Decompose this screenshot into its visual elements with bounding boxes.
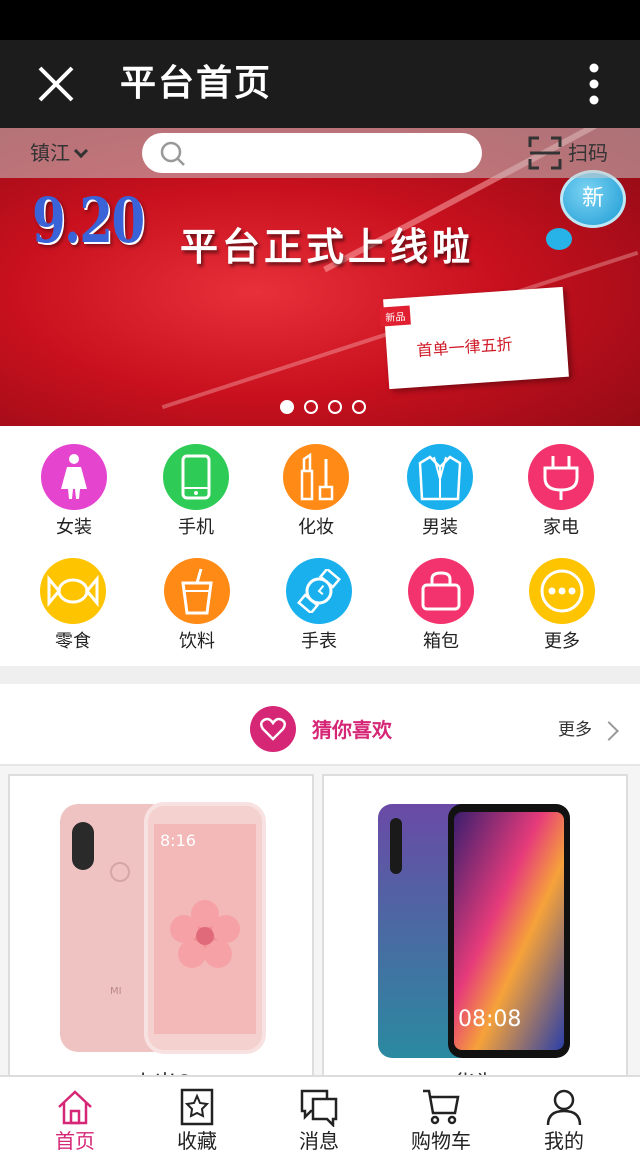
bottom-tab-bar: 首页 收藏 消息 购物车 我的 bbox=[0, 1075, 640, 1167]
category-icon-bg bbox=[528, 444, 594, 510]
city-label: 镇江 bbox=[30, 141, 70, 165]
tab-profile[interactable]: 我的 bbox=[514, 1087, 614, 1155]
app-root: 平台首页 9.20 平台正式上线啦 新 新品 首单一律五折 镇江 扫码 女装 手… bbox=[0, 0, 640, 1167]
close-icon[interactable] bbox=[34, 62, 78, 106]
banner-date: 9.20 bbox=[32, 184, 145, 257]
tab-favorites[interactable]: 收藏 bbox=[147, 1087, 247, 1155]
pink-phone-image: MI 8:16 bbox=[60, 802, 266, 1054]
twilight-phone-image: 08:08 bbox=[378, 804, 570, 1058]
category-icon-bg bbox=[40, 558, 106, 624]
category-label: 男装 bbox=[422, 517, 458, 538]
category-item[interactable]: 饮料 bbox=[142, 558, 252, 654]
category-label: 手表 bbox=[301, 631, 337, 652]
product-card[interactable]: 08:08 华为 bbox=[322, 774, 628, 1094]
chat-icon bbox=[300, 1089, 338, 1127]
user-icon bbox=[546, 1089, 582, 1126]
banner-headline: 平台正式上线啦 bbox=[180, 225, 475, 269]
tab-label: 消息 bbox=[299, 1129, 339, 1153]
tab-label: 购物车 bbox=[411, 1129, 471, 1153]
category-item[interactable]: 手表 bbox=[264, 558, 374, 654]
status-bar bbox=[0, 0, 640, 40]
category-item[interactable]: 箱包 bbox=[386, 558, 496, 654]
category-icon-bg bbox=[529, 558, 595, 624]
phone-icon bbox=[181, 454, 211, 500]
new-badge: 新 bbox=[560, 170, 626, 228]
tab-home[interactable]: 首页 bbox=[25, 1087, 125, 1155]
category-label: 零食 bbox=[55, 631, 91, 652]
more-menu-icon[interactable] bbox=[576, 62, 612, 106]
section-divider bbox=[0, 666, 640, 684]
bag-icon bbox=[421, 571, 461, 611]
category-item[interactable]: 家电 bbox=[506, 444, 616, 540]
category-grid: 女装 手机 化妆 男装 家电 零食 饮料 手表 箱包 更多 bbox=[0, 426, 640, 666]
category-icon-bg bbox=[41, 444, 107, 510]
suit-icon bbox=[418, 455, 462, 501]
guess-you-like-header: 猜你喜欢 更多 bbox=[0, 684, 640, 766]
search-box[interactable] bbox=[142, 133, 482, 173]
candy-icon bbox=[47, 574, 99, 608]
pager-dot[interactable] bbox=[280, 400, 294, 414]
home-icon bbox=[58, 1090, 92, 1125]
category-label: 手机 bbox=[178, 517, 214, 538]
dress-icon bbox=[61, 454, 87, 499]
banner-pager bbox=[280, 400, 366, 414]
category-icon-bg bbox=[283, 444, 349, 510]
tab-label: 收藏 bbox=[177, 1129, 217, 1153]
chevron-right-icon[interactable] bbox=[599, 721, 619, 741]
chevron-down-icon bbox=[73, 143, 89, 159]
product-grid: MI 8:16 小米6 bbox=[0, 766, 640, 1094]
section-title: 猜你喜欢 bbox=[312, 718, 392, 742]
heart-icon bbox=[250, 706, 296, 752]
category-item[interactable]: 男装 bbox=[385, 444, 495, 540]
product-card[interactable]: MI 8:16 小米6 bbox=[8, 774, 314, 1094]
category-label: 女装 bbox=[56, 517, 92, 538]
search-input[interactable] bbox=[194, 139, 464, 167]
search-row: 镇江 扫码 bbox=[0, 128, 640, 178]
tab-messages[interactable]: 消息 bbox=[269, 1087, 369, 1155]
pager-dot[interactable] bbox=[304, 400, 318, 414]
svg-text:MI: MI bbox=[110, 986, 122, 997]
category-icon-bg bbox=[164, 558, 230, 624]
plug-icon bbox=[543, 456, 579, 500]
category-label: 箱包 bbox=[423, 631, 459, 652]
category-label: 更多 bbox=[544, 631, 580, 652]
pager-dot[interactable] bbox=[328, 400, 342, 414]
category-label: 化妆 bbox=[298, 517, 334, 538]
search-icon bbox=[160, 141, 185, 166]
title-bar: 平台首页 bbox=[0, 40, 640, 128]
pager-dot[interactable] bbox=[352, 400, 366, 414]
drink-icon bbox=[181, 568, 213, 615]
svg-text:8:16: 8:16 bbox=[160, 831, 196, 850]
more-icon bbox=[540, 569, 584, 613]
banner-promo-card: 新品 首单一律五折 bbox=[379, 286, 569, 390]
scan-button[interactable]: 扫码 bbox=[528, 136, 608, 170]
more-link[interactable]: 更多 bbox=[558, 718, 592, 742]
category-item[interactable]: 更多 bbox=[507, 558, 617, 654]
category-icon-bg bbox=[163, 444, 229, 510]
banner-decor-dot bbox=[546, 228, 572, 250]
tab-label: 我的 bbox=[544, 1129, 584, 1153]
cart-icon bbox=[423, 1089, 460, 1125]
scan-label: 扫码 bbox=[568, 141, 608, 165]
tab-cart[interactable]: 购物车 bbox=[391, 1087, 491, 1155]
tab-label: 首页 bbox=[55, 1129, 95, 1153]
svg-text:08:08: 08:08 bbox=[458, 1007, 521, 1032]
category-item[interactable]: 女装 bbox=[19, 444, 129, 540]
cosmetics-icon bbox=[300, 453, 334, 501]
category-item[interactable]: 手机 bbox=[141, 444, 251, 540]
city-selector[interactable]: 镇江 bbox=[30, 139, 89, 167]
watch-icon bbox=[297, 569, 341, 613]
category-item[interactable]: 化妆 bbox=[261, 444, 371, 540]
star-bookmark-icon bbox=[180, 1088, 214, 1126]
scan-icon bbox=[528, 136, 562, 170]
card-tag: 新品 bbox=[379, 305, 411, 327]
card-text: 首单一律五折 bbox=[416, 334, 514, 361]
page-title: 平台首页 bbox=[120, 63, 273, 104]
category-label: 饮料 bbox=[179, 631, 215, 652]
category-icon-bg bbox=[407, 444, 473, 510]
category-icon-bg bbox=[286, 558, 352, 624]
category-icon-bg bbox=[408, 558, 474, 624]
category-label: 家电 bbox=[543, 517, 579, 538]
category-item[interactable]: 零食 bbox=[18, 558, 128, 654]
